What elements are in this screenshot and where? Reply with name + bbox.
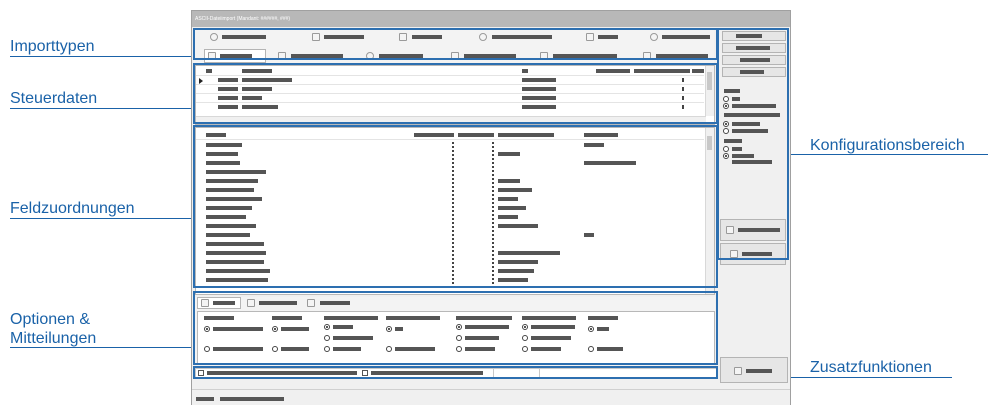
- callout-konfigurationsbereich-line: [788, 154, 988, 155]
- window-titlebar: ASCII-Dateiimport (Mandant: ######, ###): [192, 11, 790, 27]
- status-bar: [192, 389, 790, 405]
- konfigurationsbereich-highlight: [717, 28, 789, 260]
- callout-steuerdaten: Steuerdaten: [10, 90, 98, 107]
- importtypen-highlight: [193, 28, 718, 60]
- callout-feldzuordnungen: Feldzuordnungen: [10, 200, 135, 217]
- additional-functions-label: [746, 369, 772, 373]
- optionen-highlight: [193, 291, 718, 365]
- callout-zusatzfunktionen: Zusatzfunktionen: [810, 359, 932, 376]
- callout-importtypen-line: [10, 56, 196, 57]
- callout-konfigurationsbereich: Konfigurationsbereich: [810, 137, 965, 154]
- callout-feldzuordnungen-line: [10, 218, 196, 219]
- undo-icon: [734, 367, 742, 375]
- callout-importtypen: Importtypen: [10, 38, 95, 55]
- callout-optionen-line: [10, 347, 196, 348]
- steuerdaten-highlight: [193, 63, 718, 124]
- callout-steuerdaten-line: [10, 108, 196, 109]
- callout-optionen-line1: Optionen &: [10, 311, 91, 328]
- zusatzoptionen-highlight: [193, 366, 718, 379]
- status-text: [220, 397, 284, 401]
- feldzuordnungen-highlight: [193, 125, 718, 288]
- callout-optionen-line2: Mitteilungen: [10, 330, 97, 347]
- status-text: [196, 397, 214, 401]
